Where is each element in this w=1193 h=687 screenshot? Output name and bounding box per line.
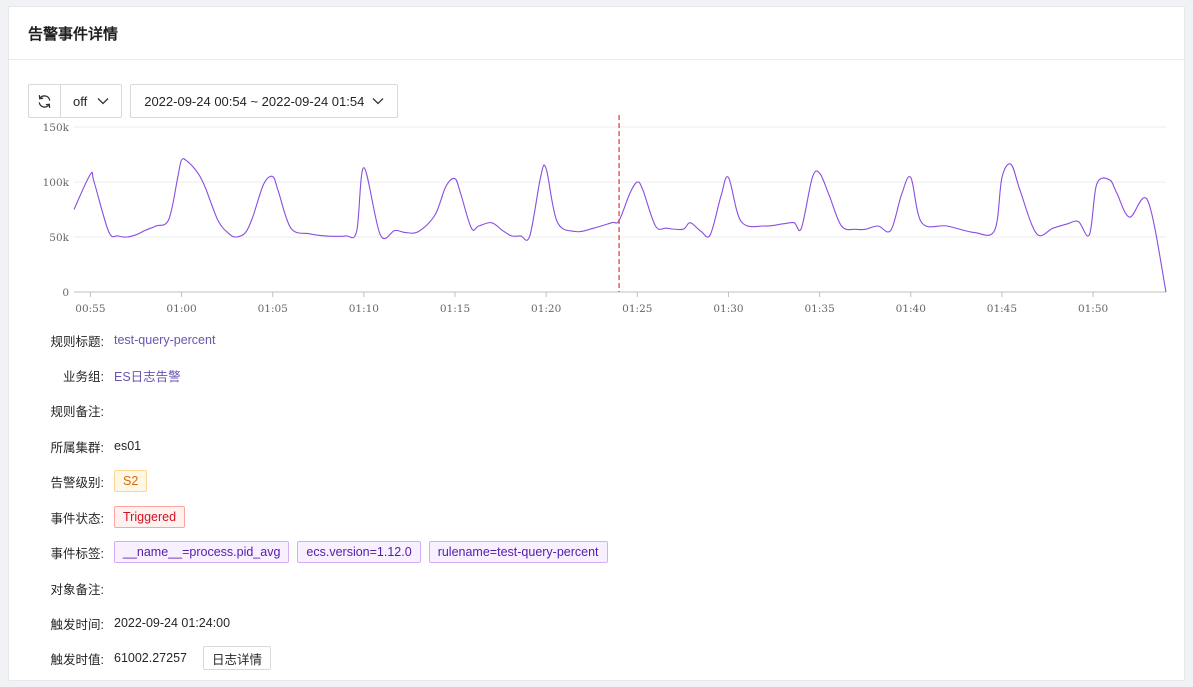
refresh-button[interactable] <box>29 85 61 117</box>
detail-severity: 告警级别: S2 <box>9 469 148 493</box>
time-range-picker[interactable]: 2022-09-24 00:54 ~ 2022-09-24 01:54 <box>130 84 399 118</box>
event-tag: __name__=process.pid_avg <box>114 541 290 563</box>
metric-line-chart: 0 50k 100k 150k 00:55 01:00 01:05 01:10 01:15 01:… <box>43 115 1167 315</box>
cluster-value: es01 <box>114 439 142 453</box>
x-tick-label: 01:20 <box>531 303 561 315</box>
business-group-label: 业务组: <box>63 369 104 384</box>
refresh-interval-select[interactable]: off <box>61 85 121 117</box>
x-tick-label: 01:35 <box>804 303 834 315</box>
page-title: 告警事件详情 <box>9 7 1184 60</box>
y-tick-label: 50k <box>49 232 69 244</box>
x-tick-label: 01:25 <box>622 303 652 315</box>
refresh-control: off <box>28 84 123 118</box>
y-tick-label: 100k <box>43 177 70 189</box>
detail-business-group: 业务组: ES日志告警 <box>9 363 181 387</box>
time-range-value: 2022-09-24 00:54 ~ 2022-09-24 01:54 <box>144 93 365 109</box>
x-tick-label: 01:45 <box>987 303 1017 315</box>
refresh-interval-value: off <box>73 93 88 109</box>
trigger-time-label: 触发时间: <box>50 617 104 632</box>
y-tick-label: 0 <box>62 287 69 299</box>
y-tick-label: 150k <box>43 122 70 134</box>
series-line <box>73 158 1167 293</box>
x-tick-label: 01:10 <box>349 303 379 315</box>
x-tick-label: 00:55 <box>75 303 105 315</box>
severity-badge: S2 <box>114 470 148 492</box>
detail-trigger-time: 触发时间: 2022-09-24 01:24:00 <box>9 611 231 635</box>
detail-cluster: 所属集群: es01 <box>9 434 142 458</box>
detail-status: 事件状态: Triggered <box>9 505 186 529</box>
status-badge: Triggered <box>114 506 186 528</box>
chart-toolbar: off 2022-09-24 00:54 ~ 2022-09-24 01:54 <box>28 84 399 118</box>
detail-tags: 事件标签: __name__=process.pid_avg ecs.versi… <box>9 540 608 564</box>
rule-note-label: 规则备注: <box>50 404 104 419</box>
x-tick-label: 01:50 <box>1078 303 1108 315</box>
chevron-down-icon <box>372 98 384 105</box>
rule-title-label: 规则标题: <box>50 334 104 349</box>
trigger-value: 61002.27257 <box>114 651 187 665</box>
x-tick-label: 01:15 <box>440 303 470 315</box>
event-tag: rulename=test-query-percent <box>428 541 608 563</box>
x-tick-label: 01:30 <box>713 303 743 315</box>
status-label: 事件状态: <box>50 511 104 526</box>
rule-title-link[interactable]: test-query-percent <box>114 333 215 347</box>
alert-event-detail-card: 告警事件详情 off 2022-09-24 00:54 ~ 2022-09-24… <box>8 6 1185 681</box>
target-note-label: 对象备注: <box>50 582 104 597</box>
detail-rule-title: 规则标题: test-query-percent <box>9 328 216 352</box>
event-tag: ecs.version=1.12.0 <box>297 541 421 563</box>
trigger-time-value: 2022-09-24 01:24:00 <box>114 616 231 630</box>
detail-target-note: 对象备注: <box>9 576 106 600</box>
x-tick-label: 01:40 <box>896 303 926 315</box>
chevron-down-icon <box>97 98 109 105</box>
tags-label: 事件标签: <box>50 546 104 561</box>
log-detail-button[interactable]: 日志详情 <box>203 646 272 670</box>
detail-rule-note: 规则备注: <box>9 398 106 422</box>
x-tick-label: 01:00 <box>166 303 196 315</box>
business-group-link[interactable]: ES日志告警 <box>114 366 181 385</box>
detail-trigger-value: 触发时值: 61002.27257 日志详情 <box>9 646 272 670</box>
cluster-label: 所属集群: <box>50 440 104 455</box>
x-tick-label: 01:05 <box>258 303 288 315</box>
trigger-value-label: 触发时值: <box>50 652 104 667</box>
severity-label: 告警级别: <box>50 475 104 490</box>
refresh-icon <box>38 94 51 108</box>
metric-chart: 0 50k 100k 150k 00:55 01:00 01:05 01:10 01:15 01:… <box>17 115 1177 325</box>
